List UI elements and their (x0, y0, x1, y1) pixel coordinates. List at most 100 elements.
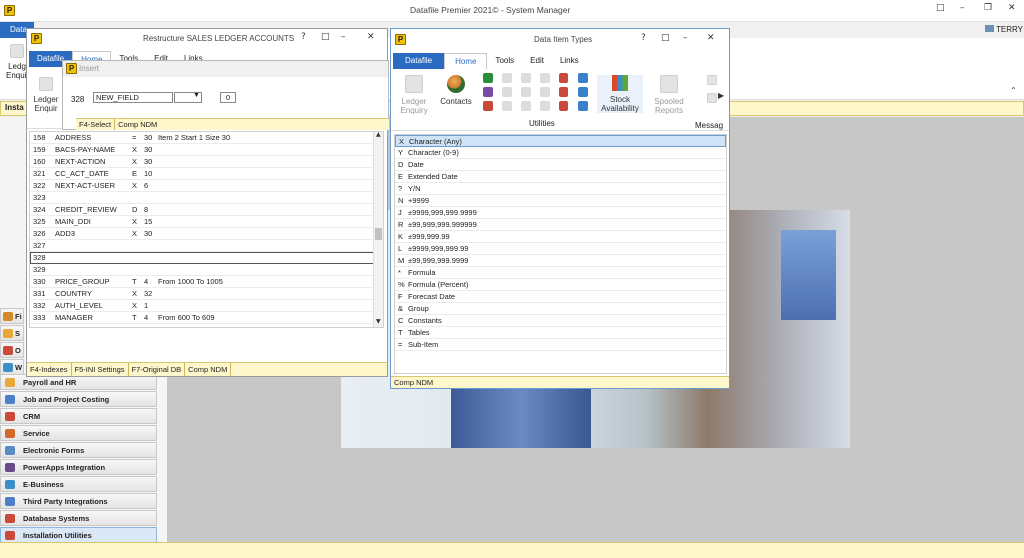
window-icon[interactable]: P (66, 63, 77, 74)
type-select[interactable]: ▼ (174, 92, 202, 103)
scroll-down-icon[interactable]: ▼ (376, 318, 381, 325)
tab-tools[interactable]: Tools (487, 53, 522, 69)
list-item[interactable]: E Extended Date (395, 171, 726, 183)
chevron-down-icon[interactable]: ▼ (193, 92, 200, 99)
table-row[interactable]: 158 ADDRESS = 30 Item 2 Start 1 Size 30 (30, 132, 383, 144)
help-icon[interactable]: ? (641, 33, 646, 43)
list-item[interactable]: C Constants (395, 315, 726, 327)
sidebar-item[interactable]: Electronic Forms (0, 442, 157, 458)
spooled-reports-button[interactable]: Spooled Reports (649, 75, 689, 115)
tab-links[interactable]: Links (552, 53, 587, 69)
sidebar-item-partial[interactable]: O (0, 342, 24, 358)
restore-icon[interactable]: ❐ (984, 3, 992, 13)
table-row[interactable]: 159 BACS-PAY-NAME X 30 (30, 144, 383, 156)
sidebar-item[interactable]: E-Business (0, 476, 157, 492)
list-item[interactable]: T Tables (395, 327, 726, 339)
utility-icon[interactable] (502, 101, 512, 111)
list-item[interactable]: & Group (395, 303, 726, 315)
window-icon[interactable]: P (31, 33, 42, 44)
list-item[interactable]: L ±9999,999,999.99 (395, 243, 726, 255)
help-icon[interactable]: ? (301, 32, 306, 42)
utility-icon[interactable] (559, 87, 568, 97)
utility-icon[interactable] (559, 101, 568, 111)
utility-icon[interactable] (578, 73, 588, 83)
close-icon[interactable]: ✕ (367, 32, 375, 42)
table-row[interactable]: 329 (30, 264, 383, 276)
table-row[interactable]: 326 ADD3 X 30 (30, 228, 383, 240)
list-item[interactable]: J ±9999,999,999.9999 (395, 207, 726, 219)
table-row[interactable]: 328 (30, 252, 383, 264)
scrollbar[interactable]: ▲ ▼ (373, 132, 383, 327)
restore-icon[interactable]: □ (661, 33, 670, 43)
f5-ini-status[interactable]: F5-INI Settings (72, 363, 129, 376)
window-icon[interactable]: P (395, 34, 406, 45)
table-row[interactable]: 323 (30, 192, 383, 204)
message-icon[interactable] (707, 75, 717, 85)
utility-icon[interactable] (540, 101, 550, 111)
sidebar-item[interactable]: Third Party Integrations (0, 493, 157, 509)
table-row[interactable]: 322 NEXT-ACT-USER X 6 (30, 180, 383, 192)
utility-icon[interactable] (578, 87, 588, 97)
tab-home[interactable]: Home (444, 53, 488, 69)
table-row[interactable]: 333 MANAGER T 4 From 600 To 609 (30, 312, 383, 324)
utility-icon[interactable] (521, 87, 531, 97)
minimize-icon[interactable]: – (960, 3, 965, 13)
ledger-enquiry-button[interactable]: Ledger Enquiry (397, 75, 431, 115)
utility-icon[interactable] (483, 73, 493, 83)
sidebar-item-partial[interactable]: Fi (0, 308, 24, 324)
table-row[interactable]: 321 CC_ACT_DATE E 10 (30, 168, 383, 180)
f7-original-status[interactable]: F7-Original DB (129, 363, 186, 376)
tab-datafile[interactable]: Datafile (393, 53, 445, 69)
ribbon-collapse-icon[interactable]: ⌃ (1010, 86, 1017, 95)
table-row[interactable]: 324 CREDIT_REVIEW D 8 (30, 204, 383, 216)
list-item[interactable]: F Forecast Date (395, 291, 726, 303)
table-row[interactable]: 331 COUNTRY X 32 (30, 288, 383, 300)
contacts-button[interactable]: Contacts (439, 75, 473, 106)
list-item[interactable]: = Sub-Item (395, 339, 726, 351)
list-item[interactable]: N +9999 (395, 195, 726, 207)
minimize-icon[interactable]: – (341, 32, 346, 42)
length-input[interactable]: 0 (220, 92, 236, 103)
field-list[interactable]: 158 ADDRESS = 30 Item 2 Start 1 Size 30 159 BA… (29, 131, 384, 328)
tab-edit[interactable]: Edit (522, 53, 552, 69)
utility-icon[interactable] (483, 101, 493, 111)
list-item[interactable]: D Date (395, 159, 726, 171)
message-icon-2[interactable] (707, 93, 717, 103)
sidebar-item[interactable]: Service (0, 425, 157, 441)
minimize-icon[interactable]: – (683, 33, 688, 43)
ledger-enquiry-partial[interactable]: Ledg Enquir (6, 44, 29, 80)
table-row[interactable]: 330 PRICE_GROUP T 4 From 1000 To 1005 (30, 276, 383, 288)
list-item[interactable]: M ±99,999,999.9999 (395, 255, 726, 267)
list-item[interactable]: R ±99,999,999.999999 (395, 219, 726, 231)
utility-icon[interactable] (540, 73, 550, 83)
field-name-input[interactable]: NEW_FIELD (93, 92, 173, 103)
help-icon[interactable]: □ (936, 3, 945, 13)
sidebar-item[interactable]: CRM (0, 408, 157, 424)
table-row[interactable]: 332 AUTH_LEVEL X 1 (30, 300, 383, 312)
list-item[interactable]: Y Character (0-9) (395, 147, 726, 159)
table-row[interactable]: 327 (30, 240, 383, 252)
sidebar-item[interactable]: Database Systems (0, 510, 157, 526)
ribbon-scroll-right-icon[interactable]: ▶ (718, 91, 724, 100)
utility-icon[interactable] (521, 73, 531, 83)
sidebar-item-partial[interactable]: S (0, 325, 24, 341)
f4-indexes-status[interactable]: F4-Indexes (27, 363, 72, 376)
list-item[interactable]: * Formula (395, 267, 726, 279)
table-row[interactable]: 160 NEXT-ACTION X 30 (30, 156, 383, 168)
list-item[interactable]: % Formula (Percent) (395, 279, 726, 291)
restore-icon[interactable]: □ (321, 32, 330, 42)
utility-icon[interactable] (559, 73, 568, 83)
list-item[interactable]: K ±999,999.99 (395, 231, 726, 243)
ledger-enquiry-button[interactable]: Ledger Enquir (33, 77, 59, 113)
data-item-list[interactable]: X Character (Any) Y Character (0-9) D Date E Ex… (394, 134, 727, 374)
f4-select-status[interactable]: F4-Select (76, 119, 116, 130)
utility-icon[interactable] (578, 101, 588, 111)
utility-icon[interactable] (521, 101, 531, 111)
sidebar-item[interactable]: Installation Utilities (0, 527, 157, 543)
close-icon[interactable]: ✕ (1008, 3, 1016, 13)
scroll-up-icon[interactable]: ▲ (376, 132, 381, 138)
sidebar-item-partial[interactable]: W (0, 359, 24, 375)
close-icon[interactable]: ✕ (707, 33, 715, 43)
utility-icon[interactable] (502, 87, 512, 97)
list-item[interactable]: ? Y/N (395, 183, 726, 195)
